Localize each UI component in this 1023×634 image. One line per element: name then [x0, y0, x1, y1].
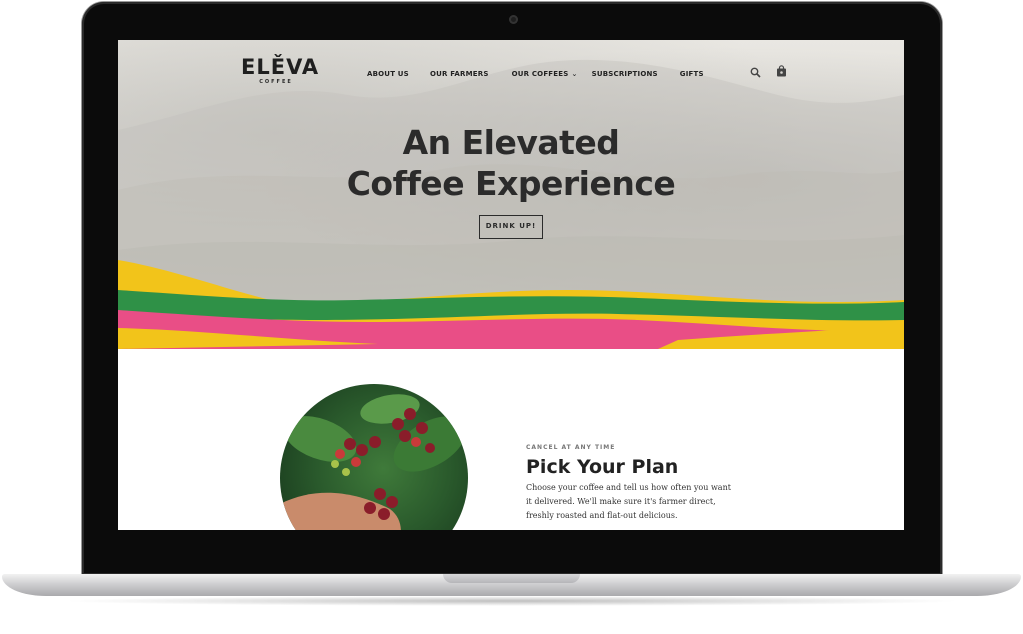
- site-header: ELĚVA COFFEE ABOUT US OUR FARMERS OUR CO…: [118, 40, 904, 110]
- brand-logo[interactable]: ELĚVA COFFEE: [241, 55, 320, 85]
- plan-description: Choose your coffee and tell us how often…: [526, 483, 731, 520]
- browser-viewport: ELĚVA COFFEE ABOUT US OUR FARMERS OUR CO…: [118, 40, 904, 530]
- logo-wordmark: ELĚVA: [241, 55, 320, 79]
- webcam: [509, 15, 518, 24]
- logo-subtext: COFFEE: [259, 79, 293, 85]
- hero-headline: An Elevated Coffee Experience: [118, 122, 904, 204]
- laptop-notch: [443, 574, 580, 583]
- nav-item-our-coffees[interactable]: OUR COFFEES ⌄: [512, 70, 578, 78]
- plan-eyebrow: CANCEL AT ANY TIME: [526, 444, 616, 451]
- shopping-bag-icon[interactable]: [776, 62, 787, 81]
- plan-section: CANCEL AT ANY TIME Pick Your Plan Choose…: [526, 444, 736, 523]
- hero-headline-line2: Coffee Experience: [346, 164, 676, 203]
- nav-item-gifts[interactable]: GIFTS: [680, 70, 704, 78]
- search-icon[interactable]: [750, 63, 761, 82]
- coffee-cherries-photo: [280, 384, 468, 530]
- nav-item-subscriptions[interactable]: SUBSCRIPTIONS: [592, 70, 658, 78]
- nav-item-our-coffees-label: OUR COFFEES: [511, 70, 569, 78]
- nav-item-our-farmers[interactable]: OUR FARMERS: [430, 70, 489, 78]
- laptop-shadow: [60, 596, 963, 606]
- hero-headline-line1: An Elevated: [402, 123, 620, 162]
- hero-section: ELĚVA COFFEE ABOUT US OUR FARMERS OUR CO…: [118, 40, 904, 349]
- main-nav: ABOUT US OUR FARMERS OUR COFFEES ⌄ SUBSCR…: [367, 70, 704, 78]
- nav-item-about-us[interactable]: ABOUT US: [367, 70, 409, 78]
- drink-up-button[interactable]: DRINK UP!: [479, 215, 543, 239]
- plan-title: Pick Your Plan: [526, 456, 679, 478]
- color-stripes-graphic: [118, 260, 904, 349]
- chevron-down-icon: ⌄: [571, 70, 578, 78]
